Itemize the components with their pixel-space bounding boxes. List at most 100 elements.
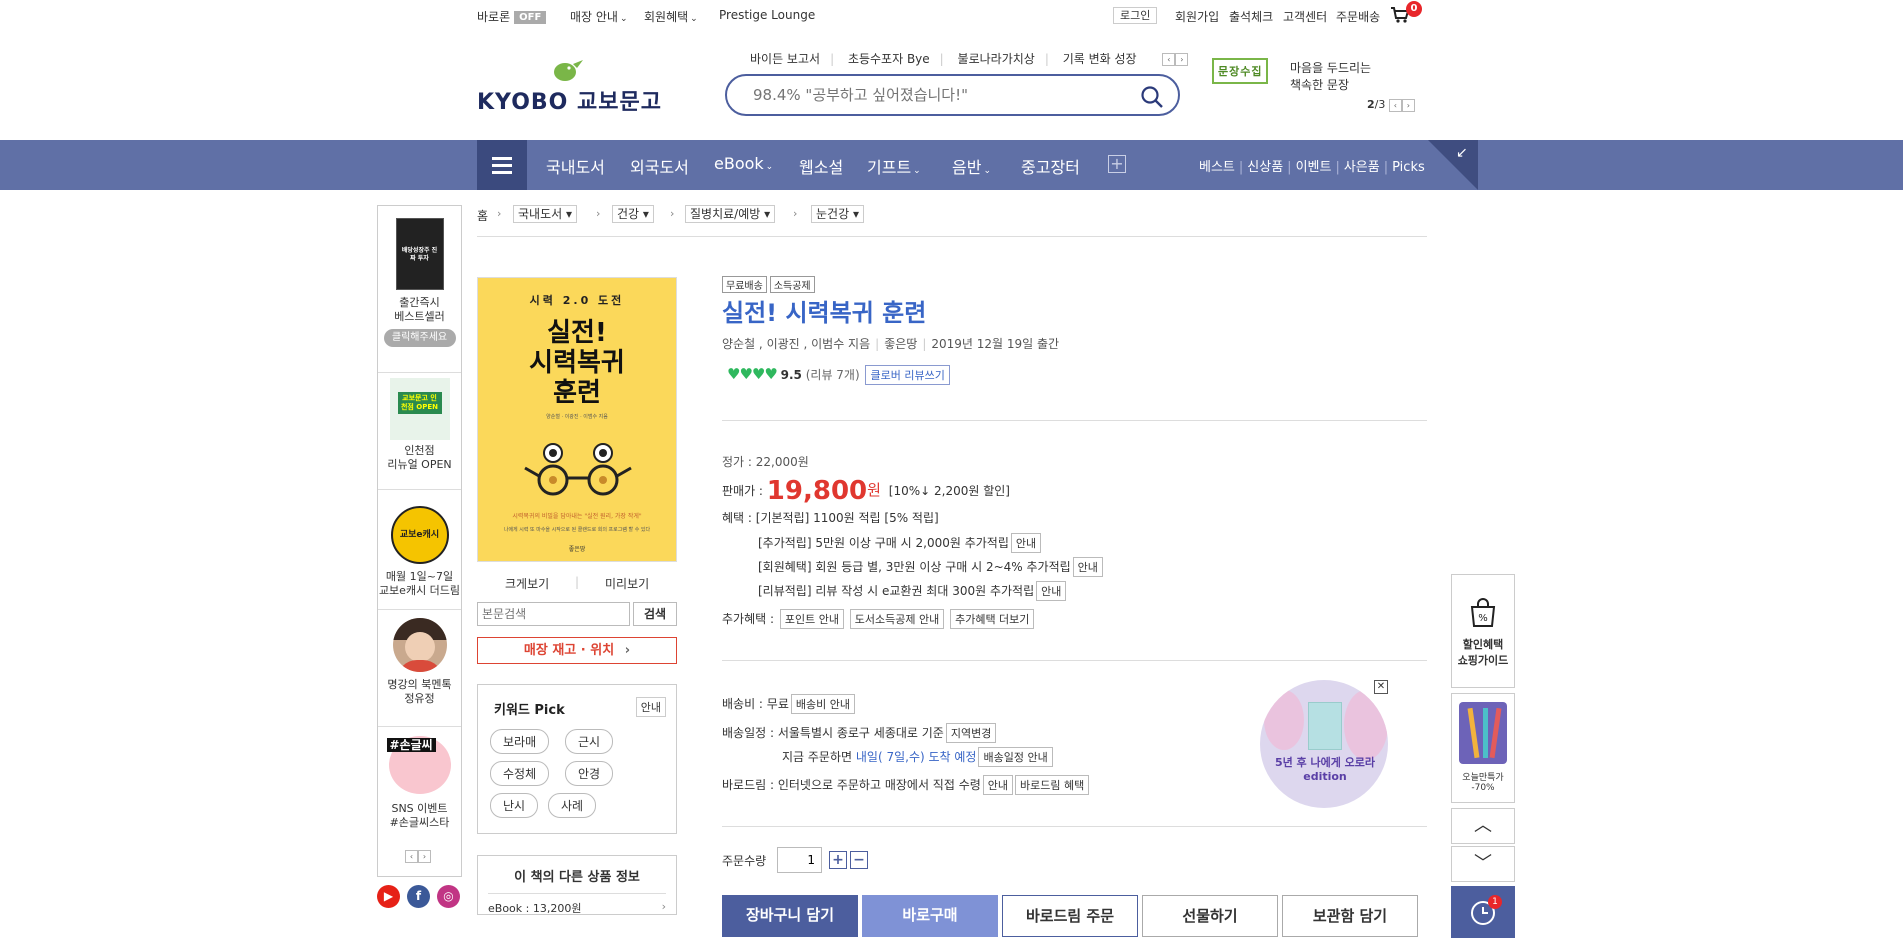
info-button[interactable]: 안내 bbox=[1036, 581, 1067, 601]
store-stock-button[interactable]: 매장 재고 · 위치 › bbox=[477, 637, 677, 664]
deduction-info-button[interactable]: 도서소득공제 안내 bbox=[849, 609, 945, 629]
keyword-info-button[interactable]: 안내 bbox=[635, 697, 666, 717]
nav-best[interactable]: 베스트 bbox=[1199, 160, 1235, 175]
keyword-chip[interactable]: 보라매 bbox=[490, 729, 550, 754]
keyword-chip[interactable]: 난시 bbox=[490, 793, 539, 818]
keyword-chip[interactable]: 안경 bbox=[565, 761, 614, 786]
store-guide-menu[interactable]: 매장 안내 ⌄ bbox=[570, 8, 628, 25]
rail-promo-incheon[interactable]: 교보문고 인천점 OPEN 인천점 리뉴얼 OPEN bbox=[378, 378, 461, 472]
shipping-fee-info-button[interactable]: 배송비 안내 bbox=[790, 694, 855, 714]
breadcrumb-level-4[interactable]: 눈건강 ▾ bbox=[811, 205, 864, 223]
nav-web-novel[interactable]: 웹소설 bbox=[799, 154, 843, 178]
quick-link[interactable]: 초등수포자 Bye bbox=[848, 52, 930, 66]
next-arrow-icon[interactable]: › bbox=[1175, 53, 1189, 66]
facebook-icon[interactable]: f bbox=[407, 885, 430, 908]
breadcrumb-home[interactable]: 홈 bbox=[477, 207, 488, 224]
cart-button[interactable]: 0 bbox=[1390, 1, 1422, 27]
point-info-button[interactable]: 포인트 안내 bbox=[779, 609, 844, 629]
attendance-link[interactable]: 출석체크 bbox=[1229, 8, 1273, 25]
today-special-button[interactable]: 오늘만특가 -70% bbox=[1451, 693, 1515, 803]
rail-promo-bestseller[interactable]: 배당성장주 진짜 투자 출간즉시 베스트셀러 클릭해주세요 bbox=[378, 218, 461, 347]
book-cover[interactable]: 시력 2.0 도전 실전! 시력복귀 훈련 양순철 · 이광진 · 이범수 지음 시… bbox=[477, 277, 677, 562]
nav-ebook[interactable]: eBook ⌄ bbox=[714, 154, 773, 173]
arrow-collapse-icon[interactable]: ↙ bbox=[1456, 145, 1468, 161]
add-to-cart-button[interactable]: 장바구니 담기 bbox=[722, 895, 858, 937]
body-search-input[interactable] bbox=[477, 602, 630, 626]
click-please-button[interactable]: 클릭해주세요 bbox=[383, 329, 456, 347]
rail-promo-ecash[interactable]: 교보e캐시 매월 1일~7일 교보e캐시 더드림 bbox=[378, 506, 461, 598]
preview-button[interactable]: 미리보기 bbox=[605, 575, 649, 592]
prev-arrow-icon[interactable]: ‹ bbox=[405, 850, 418, 863]
nav-add-icon[interactable]: + bbox=[1108, 155, 1126, 173]
next-arrow-icon[interactable]: › bbox=[1401, 98, 1415, 112]
order-delivery-link[interactable]: 주문배송 bbox=[1336, 8, 1380, 25]
next-arrow-icon[interactable]: › bbox=[418, 850, 431, 863]
recent-items-button[interactable]: 1 bbox=[1451, 886, 1515, 938]
customer-center-link[interactable]: 고객센터 bbox=[1283, 8, 1327, 25]
promo-circle-banner[interactable]: 5년 후 나에게 오로라 edition bbox=[1260, 680, 1388, 808]
region-change-button[interactable]: 지역변경 bbox=[945, 723, 997, 743]
header-ad-banner[interactable]: 문장수집 마음을 두드리는 책속한 문장 bbox=[1212, 58, 1371, 92]
nav-picks[interactable]: Picks bbox=[1392, 160, 1425, 175]
quick-link[interactable]: 불로나라가치상 bbox=[958, 52, 1035, 66]
nav-corner-toggle[interactable] bbox=[1428, 140, 1478, 190]
rail-promo-sns[interactable]: #손글씨 SNS 이벤트 #손글씨스타 bbox=[378, 736, 461, 830]
kyobo-logo[interactable]: KYOBO 교보문고 bbox=[477, 56, 661, 115]
scroll-down-icon[interactable]: ﹀ bbox=[1451, 846, 1515, 882]
quick-link[interactable]: 기록 변화 성장 bbox=[1063, 52, 1137, 66]
prestige-lounge-link[interactable]: Prestige Lounge bbox=[719, 8, 815, 22]
barodrim-order-button[interactable]: 바로드림 주문 bbox=[1002, 895, 1138, 937]
review-count[interactable]: (리뷰 7개) bbox=[806, 368, 860, 382]
product-authors[interactable]: 양순철 , 이광진 , 이범수 지음 bbox=[722, 337, 870, 351]
youtube-icon[interactable]: ▶ bbox=[377, 885, 400, 908]
nav-new[interactable]: 신상품 bbox=[1247, 160, 1283, 175]
search-input[interactable] bbox=[753, 86, 1133, 104]
qty-minus-icon[interactable]: − bbox=[850, 851, 868, 869]
scroll-up-icon[interactable]: ︿ bbox=[1451, 808, 1515, 844]
ebook-link[interactable]: eBook : 13,200원 › bbox=[488, 893, 666, 916]
close-icon[interactable]: ✕ bbox=[1374, 680, 1388, 694]
barodrim-benefit-button[interactable]: 바로드림 혜택 bbox=[1015, 775, 1090, 795]
login-button[interactable]: 로그인 bbox=[1113, 7, 1158, 24]
chevron-right-icon: › bbox=[624, 643, 631, 658]
menu-hamburger-icon[interactable] bbox=[477, 140, 527, 190]
product-publisher[interactable]: 좋은땅 bbox=[884, 337, 917, 351]
shopping-guide-button[interactable]: % 할인혜택 쇼핑가이드 bbox=[1451, 574, 1515, 688]
join-link[interactable]: 회원가입 bbox=[1175, 8, 1219, 25]
baro-toggle[interactable]: 바로론 OFF bbox=[477, 8, 547, 25]
info-button[interactable]: 안내 bbox=[1010, 533, 1042, 553]
nav-music[interactable]: 음반 ⌄ bbox=[952, 154, 991, 178]
member-benefit-menu[interactable]: 회원혜택 ⌄ bbox=[644, 8, 698, 25]
write-review-button[interactable]: 클로버 리뷰쓰기 bbox=[865, 365, 950, 385]
quick-link[interactable]: 바이든 보고서 bbox=[750, 52, 820, 66]
nav-foreign-books[interactable]: 외국도서 bbox=[630, 154, 689, 178]
quantity-input[interactable] bbox=[777, 847, 822, 873]
instagram-icon[interactable]: ◎ bbox=[437, 885, 460, 908]
keyword-chip[interactable]: 수정체 bbox=[490, 761, 550, 786]
nav-domestic-books[interactable]: 국내도서 bbox=[546, 154, 605, 178]
nav-gifts[interactable]: 사은품 bbox=[1344, 160, 1380, 175]
breadcrumb-level-3[interactable]: 질병치료/예방 ▾ bbox=[685, 205, 776, 223]
nav-used-market[interactable]: 중고장터 bbox=[1021, 154, 1080, 178]
keyword-chip[interactable]: 사례 bbox=[548, 793, 597, 818]
gift-button[interactable]: 선물하기 bbox=[1142, 895, 1278, 937]
barodrim-info-button[interactable]: 안내 bbox=[982, 775, 1014, 795]
sale-price: 19,800 bbox=[766, 476, 868, 506]
prev-arrow-icon[interactable]: ‹ bbox=[1388, 98, 1402, 112]
save-to-wishlist-button[interactable]: 보관함 담기 bbox=[1282, 895, 1418, 937]
search-icon[interactable] bbox=[1140, 85, 1164, 109]
qty-plus-icon[interactable]: + bbox=[829, 851, 847, 869]
breadcrumb-level-2[interactable]: 건강 ▾ bbox=[612, 205, 654, 223]
nav-gift[interactable]: 기프트 ⌄ bbox=[867, 154, 921, 178]
info-button[interactable]: 안내 bbox=[1072, 557, 1103, 577]
zoom-button[interactable]: 크게보기 bbox=[505, 575, 549, 592]
keyword-chip[interactable]: 근시 bbox=[565, 729, 614, 754]
body-search-button[interactable]: 검색 bbox=[633, 602, 677, 626]
breadcrumb-level-1[interactable]: 국내도서 ▾ bbox=[513, 205, 578, 223]
schedule-info-button[interactable]: 배송일정 안내 bbox=[978, 747, 1053, 767]
nav-event[interactable]: 이벤트 bbox=[1296, 160, 1332, 175]
buy-now-button[interactable]: 바로구매 bbox=[862, 895, 998, 937]
more-benefits-button[interactable]: 추가혜택 더보기 bbox=[950, 609, 1035, 629]
rail-promo-lecture[interactable]: 명강의 북멘톡 정유정 bbox=[378, 618, 461, 706]
prev-arrow-icon[interactable]: ‹ bbox=[1162, 53, 1176, 66]
